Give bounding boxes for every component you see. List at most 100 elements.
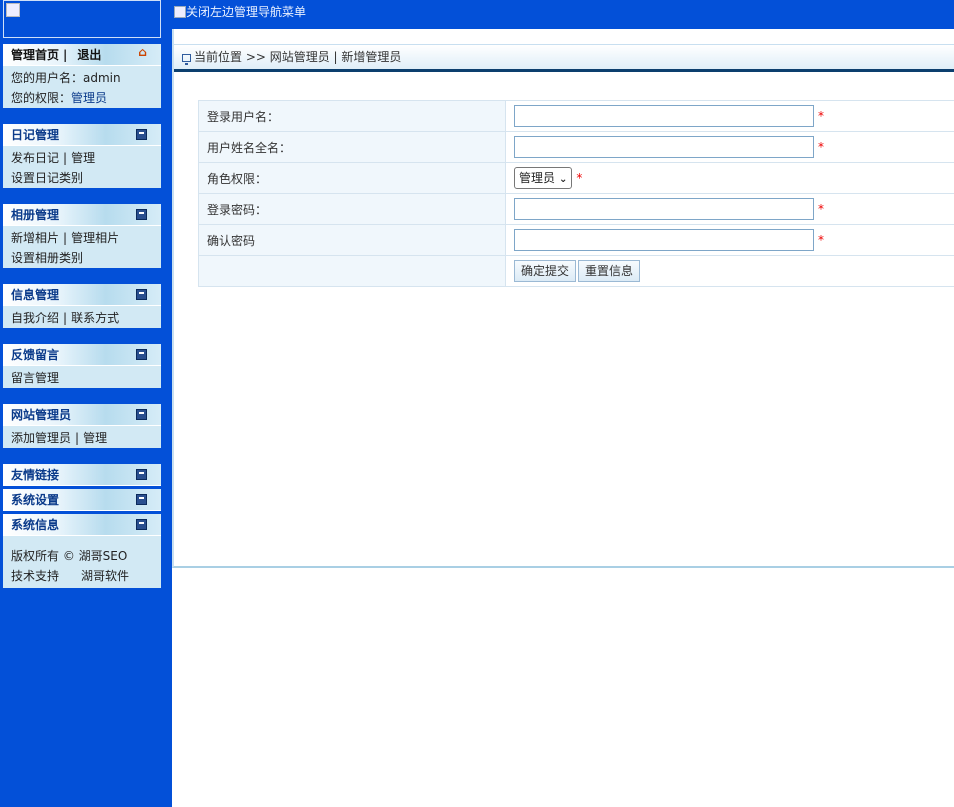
broken-image-icon <box>174 6 186 18</box>
panel-album-body: 新增相片 | 管理相片 设置相册类别 <box>3 226 161 268</box>
panel-feedback: 反馈留言 留言管理 <box>3 344 161 388</box>
separator: | <box>63 311 68 325</box>
album-category-link[interactable]: 设置相册类别 <box>11 251 83 265</box>
role-line: 您的权限：管理员 <box>11 88 161 108</box>
role-value: 管理员 <box>71 91 108 105</box>
panel-diary-title: 日记管理 <box>11 128 60 142</box>
login-label: 登录用户名： <box>198 100 506 132</box>
panel-settings: 系统设置 <box>3 489 161 511</box>
publish-diary-link[interactable]: 发布日记 <box>11 151 59 165</box>
panel-info: 信息管理 自我介绍 | 联系方式 <box>3 284 161 328</box>
panel-diary-header[interactable]: 日记管理 <box>3 124 161 146</box>
manage-admin-link[interactable]: 管理 <box>83 431 107 445</box>
separator: | <box>75 431 80 445</box>
calculator-icon <box>136 519 147 530</box>
password-input[interactable] <box>514 198 814 220</box>
calculator-icon <box>136 469 147 480</box>
required-mark: * <box>818 109 824 123</box>
panel-sysinfo-body: 版权所有 © 湖哥SEO 技术支持 湖哥软件 <box>3 536 161 586</box>
support-line: 技术支持 湖哥软件 <box>11 566 161 586</box>
form-row-password: 登录密码： * <box>198 193 954 225</box>
panel-album-header[interactable]: 相册管理 <box>3 204 161 226</box>
copyright-line: 版权所有 © 湖哥SEO <box>11 549 128 563</box>
role-label: 您的权限： <box>11 91 72 105</box>
intro-link[interactable]: 自我介绍 <box>11 311 59 325</box>
broken-image-icon <box>6 3 20 17</box>
home-icon: ⌂ <box>138 45 147 59</box>
panel-links-header[interactable]: 友情链接 <box>3 464 161 486</box>
required-mark: * <box>576 171 583 185</box>
login-input[interactable] <box>514 105 814 127</box>
calculator-icon <box>136 209 147 220</box>
panel-settings-header[interactable]: 系统设置 <box>3 489 161 511</box>
add-admin-link[interactable]: 添加管理员 <box>11 431 71 445</box>
chevron-down-icon: ⌄ <box>559 174 568 185</box>
fullname-label: 用户姓名全名： <box>198 131 506 163</box>
panel-info-header[interactable]: 信息管理 <box>3 284 161 306</box>
manage-diary-link[interactable]: 管理 <box>71 151 95 165</box>
panel-sysinfo-title: 系统信息 <box>11 518 60 532</box>
required-mark: * <box>818 202 824 216</box>
breadcrumb: 当前位置 >> 网站管理员 | 新增管理员 <box>174 44 954 72</box>
panel-album-title: 相册管理 <box>11 208 60 222</box>
calculator-icon <box>136 129 147 140</box>
panel-home: 管理首页 | 退出 ⌂ 您的用户名：admin 您的权限：管理员 <box>3 44 161 108</box>
password-label: 登录密码： <box>198 193 506 225</box>
panel-home-header: 管理首页 | 退出 ⌂ <box>3 44 161 66</box>
support-label: 技术支持 <box>11 569 60 583</box>
panel-info-title: 信息管理 <box>11 288 60 302</box>
form-row-confirm: 确认密码 * <box>198 224 954 256</box>
monitor-icon <box>182 54 191 65</box>
submit-button[interactable]: 确定提交 <box>514 260 577 282</box>
manage-photo-link[interactable]: 管理相片 <box>71 231 119 245</box>
panel-home-body: 您的用户名：admin 您的权限：管理员 <box>3 66 161 108</box>
diary-category-link[interactable]: 设置日记类别 <box>11 171 83 185</box>
panel-info-body: 自我介绍 | 联系方式 <box>3 306 161 328</box>
left-nav-sidebar: 管理首页 | 退出 ⌂ 您的用户名：admin 您的权限：管理员 日记管理 发布日记… <box>0 0 172 807</box>
logout-link[interactable]: 退出 <box>77 48 101 62</box>
role-label: 角色权限： <box>198 162 506 194</box>
panel-feedback-title: 反馈留言 <box>11 348 60 362</box>
panel-album: 相册管理 新增相片 | 管理相片 设置相册类别 <box>3 204 161 268</box>
fullname-input[interactable] <box>514 136 814 158</box>
panel-links: 友情链接 <box>3 464 161 486</box>
panel-admins-title: 网站管理员 <box>11 408 72 422</box>
toggle-menu-alt-text: 关闭左边管理导航菜单 <box>186 5 307 19</box>
form-row-fullname: 用户姓名全名： * <box>198 131 954 163</box>
panel-feedback-header[interactable]: 反馈留言 <box>3 344 161 366</box>
contact-link[interactable]: 联系方式 <box>71 311 119 325</box>
confirm-label: 确认密码 <box>198 224 506 256</box>
form-row-login: 登录用户名： * <box>198 100 954 132</box>
panel-links-title: 友情链接 <box>11 468 60 482</box>
toggle-bar: 关闭左边管理导航菜单 <box>172 0 954 29</box>
home-link[interactable]: 管理首页 <box>11 48 59 62</box>
toggle-menu-image[interactable]: 关闭左边管理导航菜单 <box>174 3 306 20</box>
username-line: 您的用户名：admin <box>11 71 121 85</box>
panel-sysinfo: 系统信息 版权所有 © 湖哥SEO 技术支持 湖哥软件 <box>3 514 161 588</box>
logo-image <box>3 0 161 38</box>
panel-settings-title: 系统设置 <box>11 493 60 507</box>
required-mark: * <box>818 140 824 154</box>
panel-sysinfo-header[interactable]: 系统信息 <box>3 514 161 536</box>
calculator-icon <box>136 349 147 360</box>
form-row-role: 角色权限： 管理员 ⌄ * <box>198 162 954 194</box>
panel-admins-body: 添加管理员 | 管理 <box>3 426 161 448</box>
panel-admins-header[interactable]: 网站管理员 <box>3 404 161 426</box>
add-admin-form: 登录用户名： * 用户姓名全名： * 角色权限： 管理员 ⌄ * 登录密码： * 确… <box>198 100 954 287</box>
role-select[interactable]: 管理员 ⌄ <box>514 167 573 189</box>
separator: | <box>63 151 68 165</box>
confirm-password-input[interactable] <box>514 229 814 251</box>
reset-button[interactable]: 重置信息 <box>578 260 641 282</box>
panel-feedback-body: 留言管理 <box>3 366 161 388</box>
panel-diary: 日记管理 发布日记 | 管理 设置日记类别 <box>3 124 161 188</box>
panel-diary-body: 发布日记 | 管理 设置日记类别 <box>3 146 161 188</box>
calculator-icon <box>136 289 147 300</box>
breadcrumb-text: 当前位置 >> 网站管理员 | 新增管理员 <box>194 50 402 64</box>
separator: | <box>63 48 68 62</box>
manage-messages-link[interactable]: 留言管理 <box>11 371 59 385</box>
required-mark: * <box>818 233 824 247</box>
empty-label-cell <box>198 255 506 287</box>
form-row-actions: 确定提交 重置信息 <box>198 255 954 287</box>
calculator-icon <box>136 409 147 420</box>
add-photo-link[interactable]: 新增相片 <box>11 231 59 245</box>
